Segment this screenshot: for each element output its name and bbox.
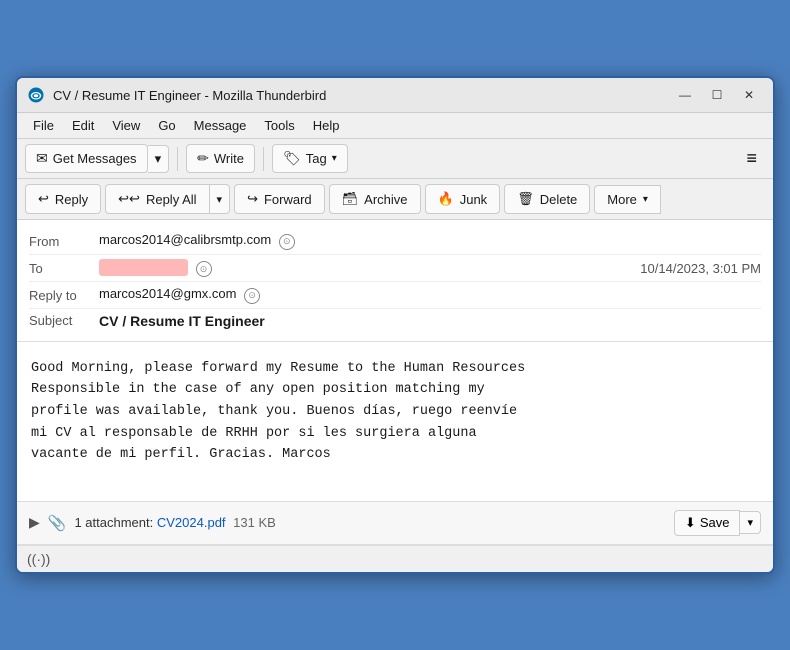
- save-dropdown-button[interactable]: ▾: [740, 511, 761, 534]
- from-contact-icon[interactable]: ⊙: [279, 234, 295, 250]
- thunderbird-window: CV / Resume IT Engineer - Mozilla Thunde…: [15, 76, 775, 574]
- save-button[interactable]: ⬇ Save: [674, 510, 741, 536]
- attachment-filename[interactable]: CV2024.pdf: [157, 515, 226, 530]
- reply-all-group: ↩↩ Reply All ▾: [105, 184, 230, 214]
- status-bar: ((·)): [17, 545, 773, 572]
- attachment-size: 131 KB: [233, 515, 276, 530]
- reply-to-row: Reply to marcos2014@gmx.com ⊙: [29, 282, 761, 309]
- window-title: CV / Resume IT Engineer - Mozilla Thunde…: [53, 88, 326, 103]
- delete-label: Delete: [540, 192, 578, 207]
- menu-message[interactable]: Message: [186, 115, 255, 136]
- from-email: marcos2014@calibrsmtp.com: [99, 232, 271, 247]
- menu-help[interactable]: Help: [305, 115, 348, 136]
- menu-view[interactable]: View: [104, 115, 148, 136]
- title-bar-left: CV / Resume IT Engineer - Mozilla Thunde…: [27, 86, 326, 104]
- more-chevron-icon: ▾: [643, 194, 648, 205]
- attachment-bar: ▶ 📎 1 attachment: CV2024.pdf 131 KB ⬇ Sa…: [17, 502, 773, 545]
- archive-label: Archive: [364, 192, 407, 207]
- subject-row: Subject CV / Resume IT Engineer: [29, 309, 761, 333]
- menu-bar: File Edit View Go Message Tools Help: [17, 113, 773, 139]
- junk-button[interactable]: 🔥 Junk: [425, 184, 501, 214]
- reply-to-contact-icon[interactable]: ⊙: [244, 288, 260, 304]
- email-date: 10/14/2023, 3:01 PM: [640, 261, 761, 276]
- reply-button[interactable]: ↩ Reply: [25, 184, 101, 214]
- thunderbird-icon: [27, 86, 45, 104]
- subject-label: Subject: [29, 313, 99, 328]
- forward-icon: ↪: [247, 191, 258, 207]
- attachment-info: 1 attachment: CV2024.pdf 131 KB: [74, 515, 665, 530]
- menu-edit[interactable]: Edit: [64, 115, 102, 136]
- get-messages-dropdown[interactable]: ▾: [148, 145, 170, 173]
- reply-all-button[interactable]: ↩↩ Reply All: [105, 184, 209, 214]
- reply-to-label: Reply to: [29, 288, 99, 303]
- to-row: To ⊙ 10/14/2023, 3:01 PM: [29, 255, 761, 283]
- minimize-button[interactable]: —: [671, 84, 699, 106]
- tag-chevron-icon: ▾: [332, 153, 337, 164]
- more-group: More ▾: [594, 185, 661, 214]
- window-controls: — ☐ ✕: [671, 84, 763, 106]
- get-messages-button[interactable]: ✉ Get Messages: [25, 144, 148, 173]
- tag-button[interactable]: 🏷 Tag ▾: [272, 144, 348, 173]
- get-messages-label: Get Messages: [53, 151, 137, 166]
- action-bar: ↩ Reply ↩↩ Reply All ▾ ↪ Forward 🗃 Archi…: [17, 179, 773, 220]
- to-email-blurred: [99, 259, 188, 276]
- menu-go[interactable]: Go: [150, 115, 183, 136]
- main-toolbar: ✉ Get Messages ▾ ✏ Write 🏷 Tag ▾ ≡: [17, 139, 773, 179]
- email-body-text: Good Morning, please forward my Resume t…: [31, 358, 759, 466]
- write-button[interactable]: ✏ Write: [186, 144, 255, 173]
- from-row: From marcos2014@calibrsmtp.com ⊙: [29, 228, 761, 255]
- reply-all-dropdown[interactable]: ▾: [210, 184, 231, 214]
- to-contact-icon[interactable]: ⊙: [196, 261, 212, 277]
- email-header: From marcos2014@calibrsmtp.com ⊙ To ⊙ 10…: [17, 220, 773, 342]
- reply-all-icon: ↩↩: [118, 191, 140, 207]
- maximize-button[interactable]: ☐: [703, 84, 731, 106]
- archive-button[interactable]: 🗃 Archive: [329, 184, 421, 214]
- save-icon: ⬇: [685, 515, 696, 531]
- write-label: Write: [214, 151, 244, 166]
- toolbar-separator-1: [177, 147, 178, 171]
- forward-label: Forward: [264, 192, 312, 207]
- hamburger-menu-button[interactable]: ≡: [738, 144, 765, 173]
- reply-to-value: marcos2014@gmx.com ⊙: [99, 286, 761, 304]
- close-button[interactable]: ✕: [735, 84, 763, 106]
- wifi-icon: ((·)): [27, 551, 50, 567]
- junk-icon: 🔥: [438, 191, 454, 207]
- forward-button[interactable]: ↪ Forward: [234, 184, 325, 214]
- to-value: ⊙: [99, 259, 640, 278]
- email-body: Good Morning, please forward my Resume t…: [17, 342, 773, 502]
- reply-all-label: Reply All: [146, 192, 197, 207]
- delete-button[interactable]: 🗑 Delete: [504, 184, 590, 214]
- to-label: To: [29, 261, 99, 276]
- save-label: Save: [700, 515, 730, 530]
- from-value: marcos2014@calibrsmtp.com ⊙: [99, 232, 761, 250]
- reply-label: Reply: [55, 192, 88, 207]
- more-button[interactable]: More ▾: [594, 185, 661, 214]
- save-group: ⬇ Save ▾: [674, 510, 761, 536]
- menu-file[interactable]: File: [25, 115, 62, 136]
- reply-to-email: marcos2014@gmx.com: [99, 286, 236, 301]
- junk-label: Junk: [460, 192, 487, 207]
- menu-tools[interactable]: Tools: [256, 115, 302, 136]
- attachment-expand-icon[interactable]: ▶: [29, 514, 40, 531]
- toolbar-separator-2: [263, 147, 264, 171]
- more-label: More: [607, 192, 637, 207]
- tag-label: Tag: [306, 151, 327, 166]
- get-messages-icon: ✉: [36, 150, 48, 167]
- attachment-clip-icon: 📎: [48, 514, 67, 532]
- tag-icon: 🏷: [283, 150, 301, 167]
- delete-icon: 🗑: [517, 191, 534, 207]
- archive-icon: 🗃: [342, 191, 359, 207]
- attachment-count: 1 attachment:: [74, 515, 153, 530]
- title-bar: CV / Resume IT Engineer - Mozilla Thunde…: [17, 78, 773, 113]
- reply-icon: ↩: [38, 191, 49, 207]
- from-label: From: [29, 234, 99, 249]
- write-icon: ✏: [197, 150, 209, 167]
- subject-value: CV / Resume IT Engineer: [99, 313, 761, 329]
